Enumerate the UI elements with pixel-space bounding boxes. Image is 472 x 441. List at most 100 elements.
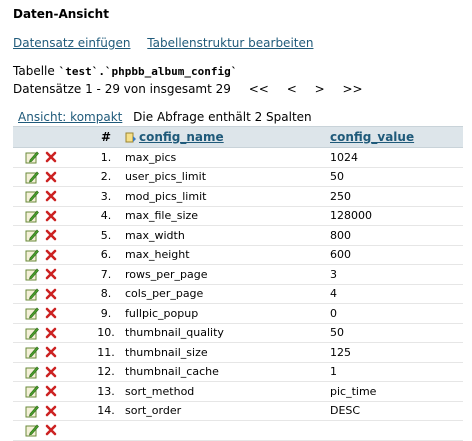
delete-icon[interactable]	[44, 189, 58, 203]
last-page-button[interactable]: >>	[342, 82, 362, 96]
row-actions	[13, 381, 87, 402]
edit-icon[interactable]	[25, 248, 39, 262]
insert-record-link[interactable]: Datensatz einfügen	[13, 36, 130, 50]
view-bar: Ansicht: kompakt Die Abfrage enthält 2 S…	[13, 108, 463, 126]
config-value-cell: 125	[330, 342, 463, 363]
delete-icon[interactable]	[44, 306, 58, 320]
edit-icon[interactable]	[25, 326, 39, 340]
row-actions	[13, 420, 87, 441]
delete-icon[interactable]	[44, 170, 58, 184]
row-number: 9.	[87, 303, 125, 324]
config-name-cell	[125, 420, 330, 441]
edit-icon[interactable]	[25, 170, 39, 184]
delete-icon[interactable]	[44, 404, 58, 418]
table-row: 12. thumbnail_cache 1	[13, 362, 463, 382]
records-summary: Datensätze 1 - 29 von insgesamt 29	[13, 82, 231, 96]
delete-icon[interactable]	[44, 287, 58, 301]
next-page-button[interactable]: >	[315, 82, 325, 96]
delete-icon[interactable]	[44, 365, 58, 379]
edit-icon[interactable]	[25, 345, 39, 359]
row-actions	[13, 401, 87, 421]
delete-icon[interactable]	[44, 423, 58, 437]
header-actions	[13, 126, 87, 148]
row-number: 5.	[87, 225, 125, 246]
config-name-cell: max_height	[125, 245, 330, 265]
config-name-cell: max_width	[125, 225, 330, 246]
sort-config-name-link[interactable]: config_name	[139, 130, 224, 144]
prev-page-button[interactable]: <	[287, 82, 297, 96]
row-actions	[13, 303, 87, 324]
row-number: 13.	[87, 381, 125, 402]
first-page-button[interactable]: <<	[249, 82, 269, 96]
sort-config-value-link[interactable]: config_value	[330, 130, 414, 144]
delete-icon[interactable]	[44, 345, 58, 359]
config-name-cell: thumbnail_cache	[125, 362, 330, 382]
row-number: 8.	[87, 284, 125, 304]
config-value-cell: 1	[330, 362, 463, 382]
data-table: Ansicht: kompakt Die Abfrage enthält 2 S…	[13, 108, 463, 441]
row-number: 14.	[87, 401, 125, 421]
edit-icon[interactable]	[25, 267, 39, 281]
config-value-cell: 800	[330, 225, 463, 246]
row-actions	[13, 225, 87, 246]
row-actions	[13, 206, 87, 226]
table-row: 11. thumbnail_size 125	[13, 342, 463, 363]
table-row: 9. fullpic_popup 0	[13, 303, 463, 324]
table-row: 1. max_pics 1024	[13, 147, 463, 168]
config-value-cell: 1024	[330, 147, 463, 168]
row-actions	[13, 264, 87, 285]
config-value-cell: 128000	[330, 206, 463, 226]
table-row: 5. max_width 800	[13, 225, 463, 246]
query-info: Die Abfrage enthält 2 Spalten	[133, 110, 312, 124]
delete-icon[interactable]	[44, 267, 58, 281]
delete-icon[interactable]	[44, 248, 58, 262]
view-mode-link[interactable]: Ansicht: kompakt	[18, 110, 122, 124]
config-name-cell: max_file_size	[125, 206, 330, 226]
row-number: 3.	[87, 186, 125, 207]
table-row: 7. rows_per_page 3	[13, 264, 463, 285]
row-number: 11.	[87, 342, 125, 363]
edit-icon[interactable]	[25, 150, 39, 164]
config-value-cell: 4	[330, 284, 463, 304]
edit-icon[interactable]	[25, 228, 39, 242]
config-name-cell: cols_per_page	[125, 284, 330, 304]
edit-icon[interactable]	[25, 384, 39, 398]
config-name-cell: fullpic_popup	[125, 303, 330, 324]
table-header-row: # config_name config_value	[13, 126, 463, 148]
edit-structure-link[interactable]: Tabellenstruktur bearbeiten	[147, 36, 313, 50]
config-value-cell	[330, 420, 463, 441]
page-title: Daten-Ansicht	[13, 7, 109, 21]
config-name-cell: thumbnail_quality	[125, 323, 330, 343]
edit-icon[interactable]	[25, 287, 39, 301]
table-row: 3. mod_pics_limit 250	[13, 186, 463, 207]
delete-icon[interactable]	[44, 384, 58, 398]
records-line: Datensätze 1 - 29 von insgesamt 29 << < …	[13, 82, 377, 96]
edit-icon[interactable]	[25, 404, 39, 418]
table-row: 14. sort_order DESC	[13, 401, 463, 421]
edit-icon[interactable]	[25, 365, 39, 379]
delete-icon[interactable]	[44, 209, 58, 223]
table-name: `test`.`phpbb_album_config`	[58, 65, 238, 78]
row-actions	[13, 362, 87, 382]
action-links: Datensatz einfügen Tabellenstruktur bear…	[13, 36, 326, 50]
row-number: 4.	[87, 206, 125, 226]
edit-icon[interactable]	[25, 209, 39, 223]
config-name-cell: mod_pics_limit	[125, 186, 330, 207]
edit-icon[interactable]	[25, 423, 39, 437]
config-name-cell: sort_method	[125, 381, 330, 402]
delete-icon[interactable]	[44, 150, 58, 164]
row-number: 10.	[87, 323, 125, 343]
delete-icon[interactable]	[44, 326, 58, 340]
row-actions	[13, 323, 87, 343]
table-row	[13, 420, 463, 441]
row-actions	[13, 284, 87, 304]
delete-icon[interactable]	[44, 228, 58, 242]
row-actions	[13, 167, 87, 187]
table-label: Tabelle	[13, 64, 55, 78]
edit-icon[interactable]	[25, 189, 39, 203]
config-name-cell: sort_order	[125, 401, 330, 421]
row-number: 1.	[87, 147, 125, 168]
edit-icon[interactable]	[25, 306, 39, 320]
row-number: 7.	[87, 264, 125, 285]
config-value-cell: 600	[330, 245, 463, 265]
